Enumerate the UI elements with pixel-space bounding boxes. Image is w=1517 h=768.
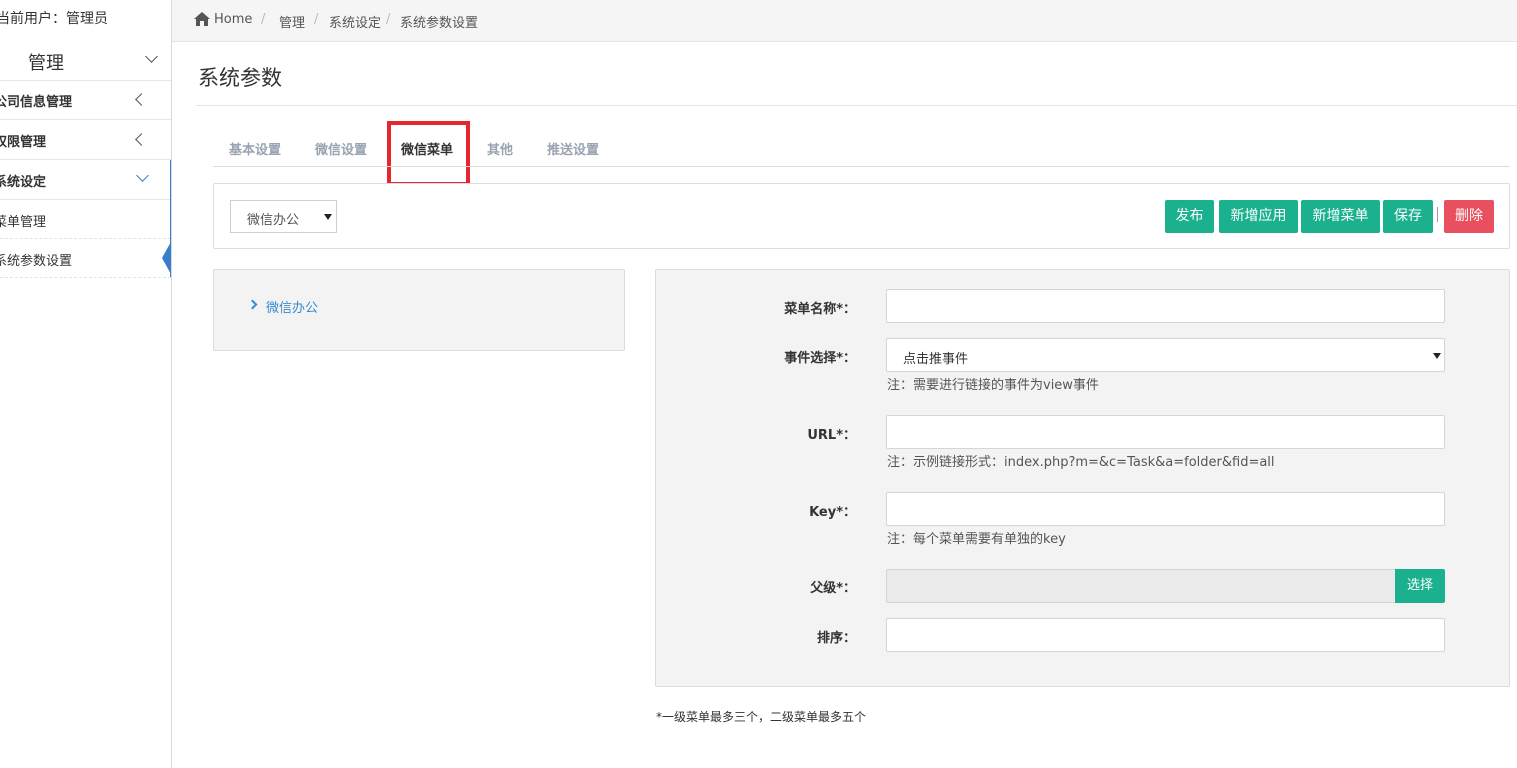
- url-note: 注：示例链接形式：index.php?m=&c=Task&a=folder&fi…: [887, 455, 1275, 470]
- breadcrumb-separator: /: [314, 12, 319, 27]
- sidebar-subitem-system-params[interactable]: 系统参数设置: [0, 239, 171, 278]
- home-icon[interactable]: [194, 12, 210, 26]
- event-select-label: 事件选择*：: [784, 351, 856, 366]
- menu-name-label: 菜单名称*：: [784, 302, 856, 317]
- sidebar: 当前用户：管理员 管理 公司信息管理 权限管理 系统设定 菜单管理 系统参数设置: [0, 0, 172, 768]
- caret-down-icon: [324, 214, 332, 220]
- breadcrumb-separator: /: [261, 12, 266, 27]
- delete-button[interactable]: 删除: [1444, 200, 1494, 233]
- menu-name-field[interactable]: [886, 289, 1445, 323]
- menu-toolbar: 微信办公 发布 新增应用 新增菜单 保存 删除: [213, 183, 1510, 249]
- order-field[interactable]: [886, 618, 1445, 652]
- menu-title: 管理: [28, 53, 64, 74]
- chevron-left-icon: [135, 93, 148, 106]
- tabs-divider: [213, 166, 1510, 167]
- url-label: URL*：: [807, 428, 856, 443]
- key-label: Key*：: [809, 505, 856, 520]
- add-menu-button[interactable]: 新增菜单: [1301, 200, 1380, 233]
- key-note: 注：每个菜单需要有单独的key: [887, 532, 1066, 547]
- app-select-value: 微信办公: [247, 213, 300, 228]
- tab-basic-settings[interactable]: 基本设置: [229, 139, 281, 158]
- menu-tree-panel: 微信办公: [213, 269, 625, 351]
- event-select-value: 点击推事件: [903, 352, 969, 367]
- add-app-button[interactable]: 新增应用: [1219, 200, 1298, 233]
- parent-field: [886, 569, 1396, 603]
- sidebar-item-label: 系统设定: [0, 175, 47, 190]
- save-button[interactable]: 保存: [1383, 200, 1433, 233]
- chevron-down-icon: [145, 50, 158, 63]
- publish-button[interactable]: 发布: [1165, 200, 1214, 233]
- sidebar-item-label: 权限管理: [0, 135, 47, 150]
- sidebar-item-label: 公司信息管理: [0, 95, 73, 110]
- breadcrumb-system-settings[interactable]: 系统设定: [329, 12, 381, 31]
- app-select[interactable]: 微信办公: [230, 200, 337, 233]
- current-user: 当前用户：管理员: [0, 11, 108, 27]
- breadcrumb-home[interactable]: Home: [214, 12, 252, 27]
- caret-down-icon: [1433, 353, 1441, 359]
- event-select[interactable]: 点击推事件: [886, 338, 1445, 372]
- chevron-right-icon[interactable]: [247, 299, 258, 310]
- parent-pick-button[interactable]: 选择: [1395, 569, 1445, 603]
- parent-label: 父级*：: [810, 581, 856, 596]
- chevron-left-icon: [135, 133, 148, 146]
- sidebar-subitem-label: 系统参数设置: [0, 254, 73, 269]
- event-note: 注：需要进行链接的事件为view事件: [887, 378, 1099, 393]
- sidebar-subitem-label: 菜单管理: [0, 215, 47, 230]
- breadcrumb-current: 系统参数设置: [400, 16, 479, 31]
- menu-form-panel: 菜单名称*： 事件选择*： 点击推事件 注：需要进行链接的事件为view事件 U…: [655, 269, 1510, 687]
- tab-wechat-settings[interactable]: 微信设置: [315, 139, 367, 158]
- sidebar-subitem-menu-management[interactable]: 菜单管理: [0, 200, 171, 239]
- sidebar-item-permissions[interactable]: 权限管理: [0, 120, 171, 160]
- toolbar-divider: [1437, 207, 1438, 222]
- title-divider: [196, 105, 1517, 106]
- key-field[interactable]: [886, 492, 1445, 526]
- tree-node-root[interactable]: 微信办公: [266, 297, 318, 316]
- sidebar-item-company-info[interactable]: 公司信息管理: [0, 80, 171, 120]
- menu-limit-note: *一级菜单最多三个，二级菜单最多五个: [656, 710, 867, 724]
- breadcrumb-separator: /: [386, 12, 391, 27]
- order-label: 排序：: [816, 631, 856, 646]
- page-title: 系统参数: [198, 66, 282, 90]
- breadcrumb: Home / 管理 / 系统设定 / 系统参数设置: [172, 0, 1517, 42]
- active-tab-highlight-box: [387, 121, 470, 186]
- chevron-down-icon: [136, 169, 149, 182]
- menu-header[interactable]: 管理: [0, 40, 171, 81]
- sidebar-item-system-settings[interactable]: 系统设定: [0, 160, 171, 200]
- active-item-indicator: [162, 240, 171, 276]
- tab-push-settings[interactable]: 推送设置: [547, 139, 599, 158]
- breadcrumb-manage[interactable]: 管理: [279, 12, 305, 31]
- tab-other[interactable]: 其他: [487, 139, 513, 158]
- url-field[interactable]: [886, 415, 1445, 449]
